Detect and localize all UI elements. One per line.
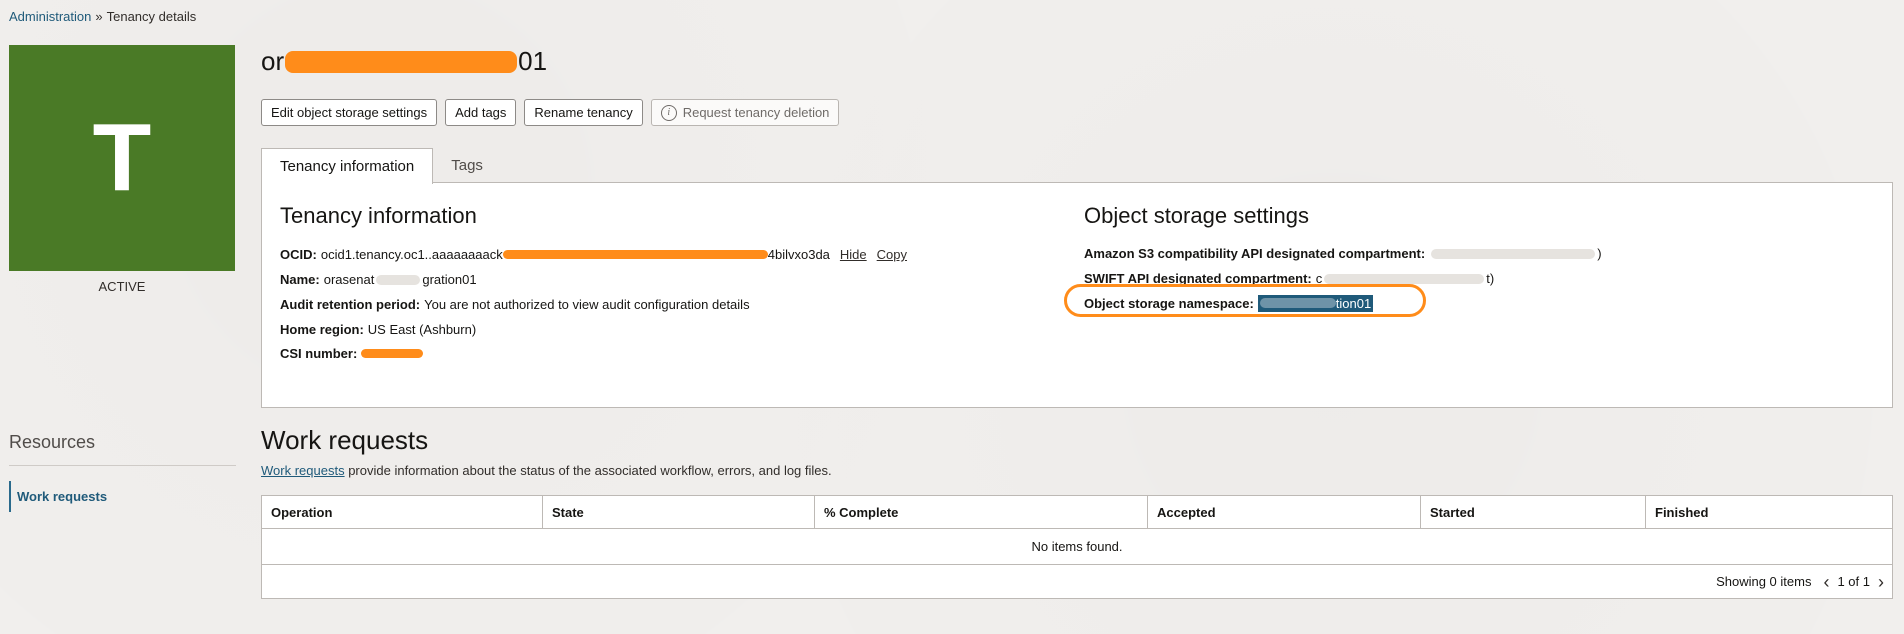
breadcrumb: Administration » Tenancy details xyxy=(9,9,196,24)
tenancy-tile: T xyxy=(9,45,235,271)
region-row: Home region: US East (Ashburn) xyxy=(280,322,476,337)
redaction-blur xyxy=(376,274,421,285)
ocid-hide-link[interactable]: Hide xyxy=(840,247,867,262)
add-tags-button[interactable]: Add tags xyxy=(445,99,517,126)
ocid-copy-link[interactable]: Copy xyxy=(877,247,907,262)
redaction-mark xyxy=(361,349,424,358)
tenancy-info-heading: Tenancy information xyxy=(280,203,477,228)
name-row: Name: orasenat gration01 xyxy=(280,272,477,287)
tenancy-status: ACTIVE xyxy=(98,279,146,294)
namespace-highlight-circle xyxy=(1064,284,1426,317)
column-header-percent-complete[interactable]: % Complete xyxy=(815,496,1148,528)
work-requests-description: Work requests provide information about … xyxy=(261,463,832,478)
breadcrumb-separator: » xyxy=(95,9,103,24)
tenancy-tile-letter: T xyxy=(92,104,152,211)
ocid-row: OCID: ocid1.tenancy.oc1..aaaaaaaack 4bil… xyxy=(280,247,907,262)
resources-heading: Resources xyxy=(9,432,96,452)
page-title-prefix: or xyxy=(261,46,285,76)
tab-tenancy-information[interactable]: Tenancy information xyxy=(261,148,434,184)
swift-compartment-suffix: t) xyxy=(1486,271,1495,286)
s3-compartment-suffix: ) xyxy=(1597,246,1602,261)
column-header-state[interactable]: State xyxy=(543,496,815,528)
csi-row: CSI number: xyxy=(280,346,424,361)
edit-object-storage-button[interactable]: Edit object storage settings xyxy=(261,99,438,126)
chevron-left-icon[interactable]: ‹ xyxy=(1823,573,1829,591)
audit-row: Audit retention period: You are not auth… xyxy=(280,297,750,312)
column-header-accepted[interactable]: Accepted xyxy=(1148,496,1421,528)
work-requests-title: Work requests xyxy=(261,425,429,455)
region-value: US East (Ashburn) xyxy=(367,322,477,337)
chevron-right-icon[interactable]: › xyxy=(1878,573,1884,591)
ocid-label: OCID: xyxy=(280,247,317,262)
redaction-mark xyxy=(502,250,768,259)
redaction-blur xyxy=(1431,248,1596,259)
tab-tags[interactable]: Tags xyxy=(433,148,501,183)
pagination: ‹ 1 of 1 › xyxy=(1823,573,1884,591)
redaction-mark xyxy=(285,50,518,73)
ocid-value-prefix: ocid1.tenancy.oc1..aaaaaaaack xyxy=(320,247,503,262)
item-count: Showing 0 items xyxy=(1716,574,1812,589)
audit-label: Audit retention period: xyxy=(280,297,421,312)
name-value-prefix: orasenat xyxy=(323,272,375,287)
table-footer: Showing 0 items ‹ 1 of 1 › xyxy=(262,565,1892,598)
audit-value: You are not authorized to view audit con… xyxy=(424,297,750,312)
name-value-suffix: gration01 xyxy=(422,272,477,287)
csi-label: CSI number: xyxy=(280,346,358,361)
sidebar-item-work-requests[interactable]: Work requests xyxy=(9,481,209,512)
column-header-operation[interactable]: Operation xyxy=(262,496,543,528)
resources-divider xyxy=(9,465,236,466)
rename-tenancy-button[interactable]: Rename tenancy xyxy=(524,99,643,126)
tenancy-details-panel: Tenancy information OCID: ocid1.tenancy.… xyxy=(261,182,1893,408)
work-requests-table: Operation State % Complete Accepted Star… xyxy=(261,495,1893,599)
page-title: or 01 xyxy=(261,46,547,77)
redaction-blur xyxy=(1324,273,1485,284)
column-header-started[interactable]: Started xyxy=(1421,496,1646,528)
request-deletion-label: Request tenancy deletion xyxy=(682,105,830,120)
ocid-value-suffix: 4bilvxo3da xyxy=(767,247,830,262)
work-requests-description-text: provide information about the status of … xyxy=(348,463,832,478)
request-deletion-button[interactable]: i Request tenancy deletion xyxy=(650,99,840,126)
name-label: Name: xyxy=(280,272,320,287)
info-icon: i xyxy=(660,104,677,121)
table-header: Operation State % Complete Accepted Star… xyxy=(262,496,1892,529)
region-label: Home region: xyxy=(280,322,364,337)
s3-compartment-label: Amazon S3 compatibility API designated c… xyxy=(1084,246,1426,261)
action-buttons: Edit object storage settings Add tags Re… xyxy=(261,99,840,126)
breadcrumb-administration-link[interactable]: Administration xyxy=(9,9,91,24)
page-indicator: 1 of 1 xyxy=(1837,574,1870,589)
empty-state: No items found. xyxy=(262,529,1892,565)
s3-compartment-row: Amazon S3 compatibility API designated c… xyxy=(1084,246,1602,261)
tab-bar: Tenancy information Tags xyxy=(261,148,501,184)
object-storage-heading: Object storage settings xyxy=(1084,203,1310,228)
page-title-suffix: 01 xyxy=(518,46,548,76)
column-header-finished[interactable]: Finished xyxy=(1646,496,1892,528)
work-requests-link[interactable]: Work requests xyxy=(261,463,345,478)
breadcrumb-current: Tenancy details xyxy=(106,9,197,24)
